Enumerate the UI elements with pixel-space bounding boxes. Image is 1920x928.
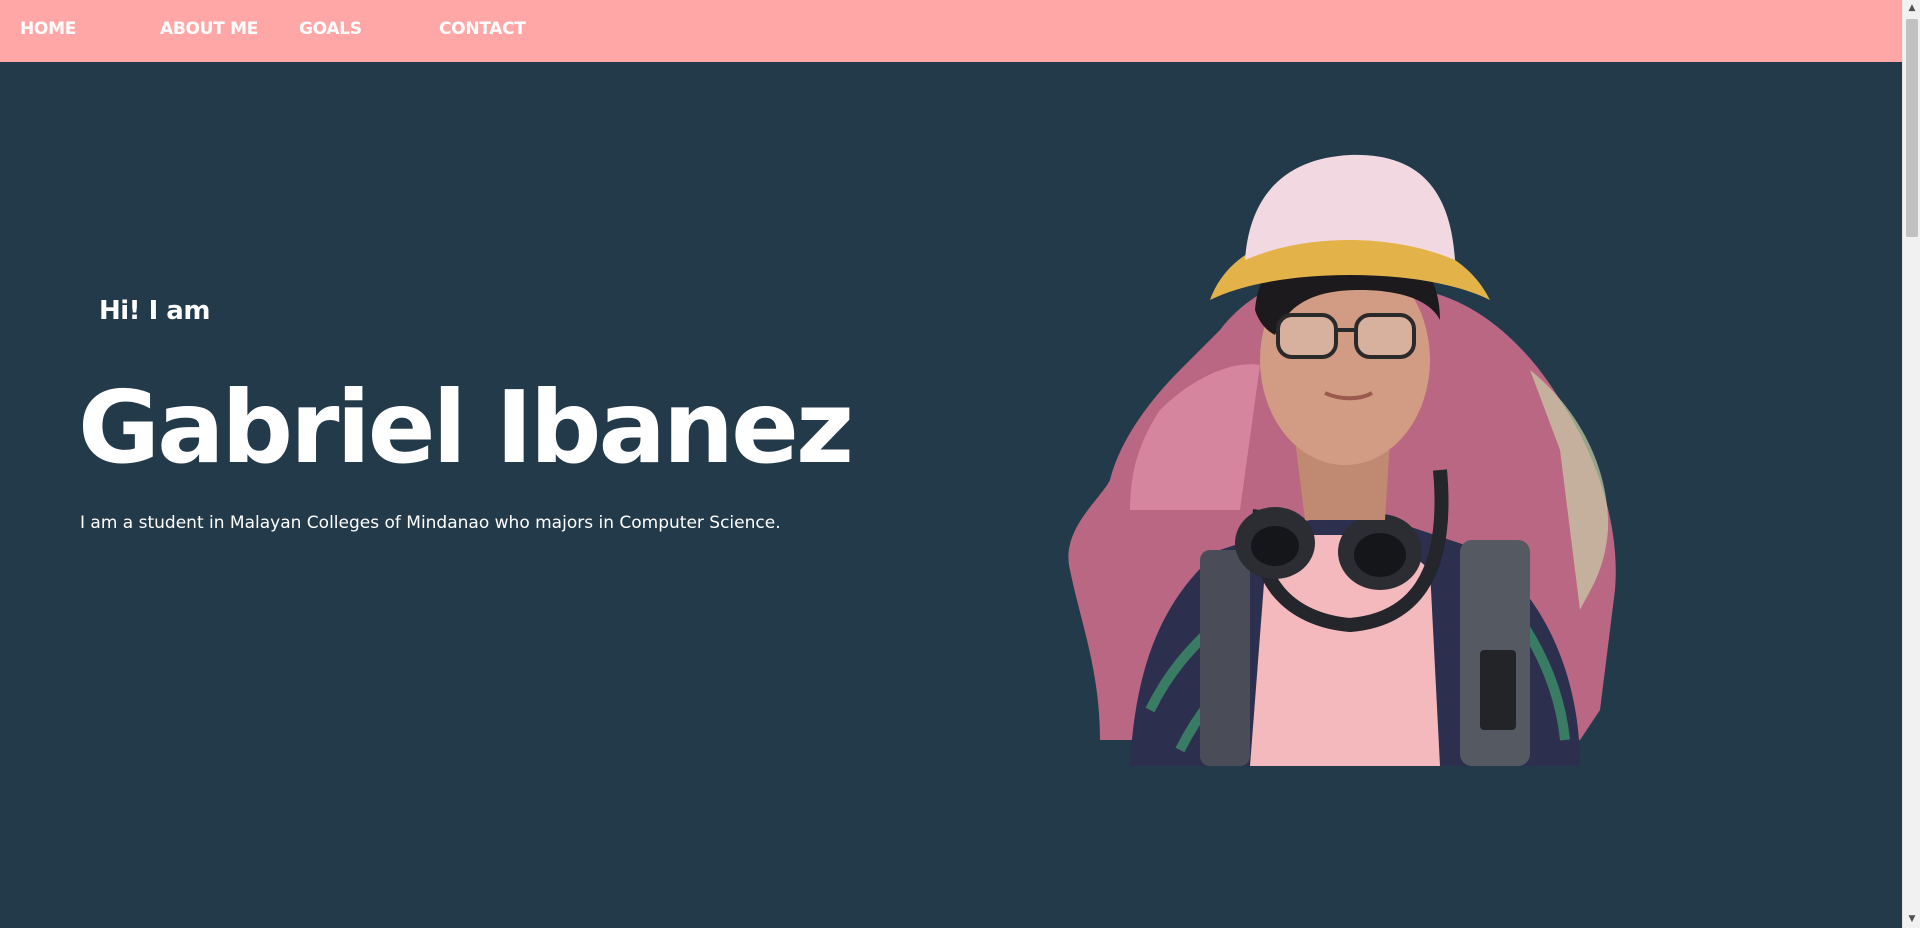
nav-about-me-link[interactable]: ABOUT ME (160, 19, 258, 39)
headphone-cup-left-inner (1251, 526, 1299, 566)
strap-buckle (1480, 650, 1516, 730)
glasses-lens-left (1276, 313, 1338, 359)
hero-greeting: Hi! I am (99, 296, 210, 326)
page: HOME ABOUT ME GOALS CONTACT Hi! I am Gab… (0, 0, 1920, 928)
scroll-down-arrow-icon[interactable]: ▼ (1903, 911, 1920, 928)
glasses-lens-right (1354, 313, 1416, 359)
vertical-scrollbar[interactable]: ▲ ▼ (1902, 0, 1920, 928)
hero-description: I am a student in Malayan Colleges of Mi… (80, 513, 781, 533)
top-navbar: HOME ABOUT ME GOALS CONTACT (0, 0, 1902, 62)
backpack-strap-left (1200, 550, 1250, 766)
watercolor-shade (1130, 364, 1260, 510)
scroll-up-arrow-icon[interactable]: ▲ (1903, 0, 1920, 17)
nav-home-link[interactable]: HOME (20, 19, 76, 39)
scrollbar-thumb[interactable] (1906, 19, 1918, 237)
profile-portrait-image (1068, 154, 1616, 766)
hero-name-heading: Gabriel Ibanez (78, 369, 854, 486)
headphone-cup-right-inner (1354, 533, 1406, 577)
nav-goals-link[interactable]: GOALS (299, 19, 362, 39)
nav-contact-link[interactable]: CONTACT (439, 19, 526, 39)
